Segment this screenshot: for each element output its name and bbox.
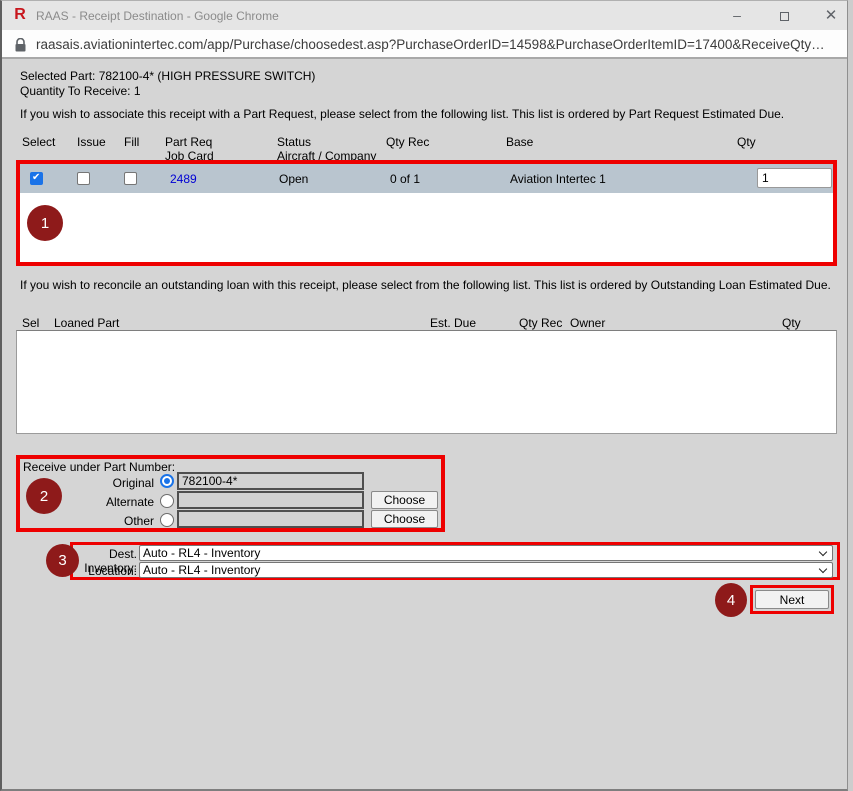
select-checkbox[interactable] bbox=[30, 172, 43, 185]
chevron-down-icon bbox=[819, 565, 827, 573]
fill-checkbox[interactable] bbox=[124, 172, 137, 185]
col-header-select: Select bbox=[22, 135, 55, 149]
annotation-badge-1: 1 bbox=[27, 205, 63, 241]
qty-input[interactable] bbox=[757, 168, 832, 188]
annotation-box-4: Next bbox=[750, 585, 834, 614]
loan-col-qty: Qty bbox=[782, 316, 801, 330]
alternate-radio[interactable] bbox=[160, 494, 174, 508]
part-request-row[interactable]: 2489 Open 0 of 1 Aviation Intertec 1 bbox=[20, 164, 833, 193]
annotation-box-2: Receive under Part Number: Original Alte… bbox=[16, 455, 445, 532]
loan-col-est-due: Est. Due bbox=[430, 316, 476, 330]
col-header-base: Base bbox=[506, 135, 533, 149]
lock-icon bbox=[15, 38, 26, 57]
dest-inventory-select[interactable]: Auto - RL4 - Inventory bbox=[139, 545, 833, 561]
screenshot-stage: R RAAS - Receipt Destination - Google Ch… bbox=[0, 0, 853, 791]
annotation-box-1: 2489 Open 0 of 1 Aviation Intertec 1 bbox=[16, 160, 837, 266]
annotation-badge-2: 2 bbox=[26, 478, 62, 514]
job-card-link[interactable]: 2489 bbox=[170, 172, 197, 186]
other-radio[interactable] bbox=[160, 513, 174, 527]
choose-alternate-button[interactable]: Choose bbox=[371, 491, 438, 509]
choose-other-button[interactable]: Choose bbox=[371, 510, 438, 528]
alternate-part-number-input[interactable] bbox=[177, 491, 364, 509]
original-radio[interactable] bbox=[160, 474, 174, 488]
col-header-qty: Qty bbox=[737, 135, 756, 149]
col-header-qty-rec: Qty Rec bbox=[386, 135, 429, 149]
browser-window: R RAAS - Receipt Destination - Google Ch… bbox=[0, 0, 848, 791]
annotation-badge-4: 4 bbox=[715, 583, 747, 617]
col-header-status: Status bbox=[277, 135, 311, 149]
loan-col-owner: Owner bbox=[570, 316, 605, 330]
window-title: RAAS - Receipt Destination - Google Chro… bbox=[36, 9, 279, 23]
window-titlebar: R RAAS - Receipt Destination - Google Ch… bbox=[2, 1, 847, 30]
loan-col-qty-rec: Qty Rec bbox=[519, 316, 562, 330]
receive-under-group: Receive under Part Number: Original Alte… bbox=[20, 459, 441, 528]
receive-under-legend: Receive under Part Number: bbox=[23, 460, 175, 474]
maximize-button[interactable] bbox=[767, 1, 801, 30]
loan-col-sel: Sel bbox=[22, 316, 39, 330]
loan-col-loaned-part: Loaned Part bbox=[54, 316, 119, 330]
location-select[interactable]: Auto - RL4 - Inventory bbox=[139, 562, 833, 578]
loan-list bbox=[16, 330, 837, 434]
qty-rec-cell: 0 of 1 bbox=[390, 172, 420, 186]
base-cell: Aviation Intertec 1 bbox=[510, 172, 606, 186]
original-part-number-input[interactable] bbox=[177, 472, 364, 490]
chevron-down-icon bbox=[819, 548, 827, 556]
page-content: Selected Part: 782100-4* (HIGH PRESSURE … bbox=[2, 61, 847, 789]
issue-checkbox[interactable] bbox=[77, 172, 90, 185]
selected-part-text: Selected Part: 782100-4* (HIGH PRESSURE … bbox=[20, 69, 315, 83]
next-button[interactable]: Next bbox=[755, 590, 829, 609]
dest-inventory-value: Auto - RL4 - Inventory bbox=[143, 546, 260, 560]
annotation-box-3: Dest. Inventory: Auto - RL4 - Inventory … bbox=[70, 542, 840, 580]
location-value: Auto - RL4 - Inventory bbox=[143, 563, 260, 577]
part-request-intro: If you wish to associate this receipt wi… bbox=[20, 107, 840, 122]
other-part-number-input[interactable] bbox=[177, 510, 364, 528]
status-cell: Open bbox=[279, 172, 308, 186]
minimize-button[interactable]: – bbox=[720, 1, 754, 30]
loan-intro: If you wish to reconcile an outstanding … bbox=[20, 278, 832, 293]
close-button[interactable]: ✕ bbox=[814, 1, 848, 30]
col-header-part-req: Part Req bbox=[165, 135, 212, 149]
address-bar[interactable]: raasais.aviationintertec.com/app/Purchas… bbox=[2, 30, 847, 59]
quantity-to-receive-text: Quantity To Receive: 1 bbox=[20, 84, 141, 98]
maximize-icon bbox=[780, 12, 789, 21]
col-header-issue: Issue bbox=[77, 135, 106, 149]
other-label: Other bbox=[20, 514, 154, 528]
col-header-fill: Fill bbox=[124, 135, 139, 149]
location-label: Location: bbox=[73, 564, 137, 578]
annotation-badge-3: 3 bbox=[46, 544, 79, 577]
url-text[interactable]: raasais.aviationintertec.com/app/Purchas… bbox=[36, 37, 836, 52]
raas-favicon-icon: R bbox=[11, 6, 29, 24]
